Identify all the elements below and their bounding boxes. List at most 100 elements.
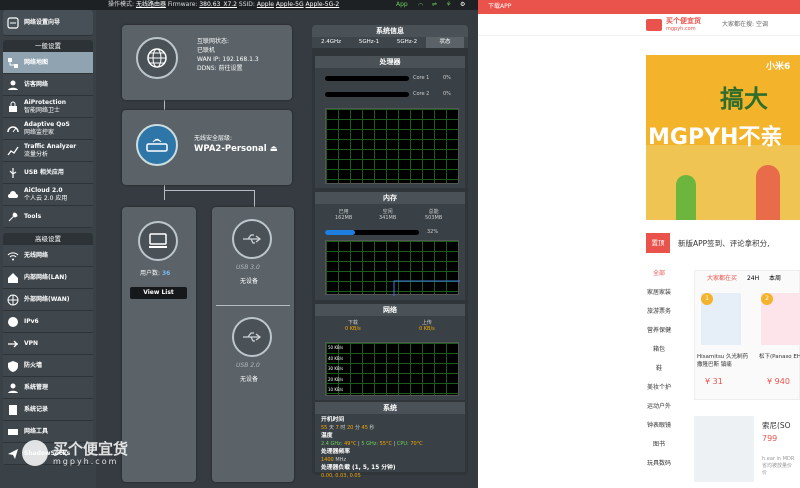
sidebar-item-label: USB 相关应用 [24,168,64,176]
category-item[interactable]: 旅游票务 [639,302,679,321]
product-image[interactable]: 2 [761,293,800,345]
mem-used-label: 已用 [338,209,349,215]
sidebar-item-aicloud[interactable]: AiCloud 2.0 个人云 2.0 应用 [3,184,93,206]
sidebar-item-usb[interactable]: USB 相关应用 [3,162,93,184]
usb2-label: USB 2.0 [236,362,260,369]
firmware-label: Firmware: [167,1,198,8]
sidebar-item-network-map[interactable]: 网络地图 [3,52,93,74]
sidebar-item-wan[interactable]: 外部网络(WAN) [3,289,93,311]
mode-value[interactable]: 无线路由器 [136,1,166,8]
category-item[interactable]: 营养保健 [639,321,679,340]
sidebar-item-vpn[interactable]: VPN [3,333,93,355]
system-section: 系统 开机时间 55 天 7 时 20 分 45 秒 温度 2.4 GHz: 4… [315,402,465,479]
view-list-button[interactable]: View List [130,287,187,299]
usb1-status: 无设备 [240,278,259,285]
category-item[interactable]: 箱包 [639,340,679,359]
net-download-value: 0 KB/s [345,326,361,332]
category-item[interactable]: 玩具数码 [639,454,679,473]
tab-5g-1[interactable]: 5GHz-1 [350,37,388,48]
tab-everyone-buying[interactable]: 大家都在买 [707,275,737,282]
sidebar-item-label: 网络地图 [24,58,49,66]
memory-section: 内存 已用 162MB 空闲 341MB 总能 503MB 32% [315,192,465,300]
pinned-text[interactable]: 新版APP签到、评论拿积分, [678,238,770,249]
mem-free-label: 空闲 [382,209,393,215]
sidebar-item-adaptive-qos[interactable]: Adaptive QoS 网络监控家 [3,118,93,140]
category-item[interactable]: 家居家装 [639,283,679,302]
usb-icon[interactable] [232,219,272,259]
mem-total-label: 总能 [428,209,439,215]
internet-status-value: 已联机 [197,47,216,54]
download-app-link[interactable]: 下载APP [478,0,800,14]
deal-image[interactable] [694,416,754,482]
firmware-value[interactable]: 380.63_X7.2 [199,1,237,8]
category-item[interactable]: 鞋 [639,359,679,378]
sidebar-item-tools[interactable]: Tools [3,206,93,228]
sidebar-item-guest-network[interactable]: 访客网络 [3,74,93,96]
ddns-link[interactable]: DDNS: 前往设置 [197,64,259,73]
sidebar-item-label: 网络设置向导 [24,18,61,26]
tick-label: 10 KB/s [328,387,344,392]
wrench-icon [8,211,18,221]
sidebar-item-wizard[interactable]: 网络设置向导 [3,10,93,36]
product-name[interactable]: 松下(Panaso EH-NA98 纳米 [759,353,800,361]
temperature-label: 温度 [321,433,333,439]
wifi-icon[interactable]: ◠ [418,1,423,11]
sidebar-item-firewall[interactable]: 防火墙 [3,355,93,377]
router-icon[interactable] [136,124,178,166]
deal-desc: h.ear in MDR [762,456,795,462]
sidebar-item-label: 系统记录 [24,405,49,413]
router-admin-panel: 操作模式: 无线路由器 Firmware: 380.63_X7.2 SSID: … [0,0,478,488]
net-download-label: 下载 [347,320,358,326]
link-icon[interactable]: ⚘ [446,0,451,10]
security-value: WPA2-Personal [194,144,267,154]
sidebar-item-lan[interactable]: 内部网络(LAN) [3,267,93,289]
network-map-icon [8,57,18,68]
settings-icon[interactable]: ⚙ [460,0,465,10]
search-suggestion[interactable]: 空调 [756,21,768,28]
banner-tree [676,175,696,220]
sidebar-item-traffic-analyzer[interactable]: Traffic Analyzer 流量分析 [3,140,93,162]
clients-label: 用户数: [140,270,161,277]
sidebar: 网络设置向导 一般设置 网络地图 访客网络 AiProtection 智能网络卫士… [0,10,96,488]
ssid-value[interactable]: Apple-5G-2 [306,1,340,8]
category-item[interactable]: 全部 [639,264,679,283]
category-list: 全部 家居家装 旅游票务 营养保健 箱包 鞋 美妆个护 运动户外 钟表眼镜 图书… [639,264,679,473]
category-item[interactable]: 美妆个护 [639,378,679,397]
sidebar-item-system-log[interactable]: 系统记录 [3,399,93,421]
product-image[interactable]: 1 [701,293,741,345]
divider [216,305,290,306]
tab-5g-2[interactable]: 5GHz-2 [388,37,426,48]
app-link[interactable]: App [396,0,408,10]
category-item[interactable]: 运动户外 [639,397,679,416]
category-item[interactable]: 钟表眼镜 [639,416,679,435]
deal-desc: 省均被放量价 [762,463,793,469]
band-tabs: 2.4GHz 5GHz-1 5GHz-2 状态 [312,37,468,48]
sidebar-item-ipv6[interactable]: IPv6 [3,311,93,333]
product-name[interactable]: Hisamitsu 久光制药 撒隆巴斯 镇痛 [697,353,755,369]
monitor-icon[interactable] [138,221,178,261]
tab-week[interactable]: 本周 [769,275,781,282]
usb-card: USB 3.0 无设备 USB 2.0 无设备 [212,207,294,482]
connector-line [164,190,254,191]
usb-icon[interactable] [232,317,272,357]
sidebar-item-label: Traffic Analyzer [24,142,77,150]
pinned-badge: 置顶 [646,233,670,253]
tab-status[interactable]: 状态 [426,37,464,48]
sidebar-item-label: IPv6 [24,317,39,325]
promo-banner[interactable]: 搞大 小米6 MGPYH不亲 [646,55,800,220]
sidebar-item-label: 内部网络(LAN) [24,273,67,281]
usb-icon[interactable]: ⇌ [432,0,437,10]
tab-24h[interactable]: 24H [747,275,759,282]
category-item[interactable]: 图书 [639,435,679,454]
sidebar-item-aiprotection[interactable]: AiProtection 智能网络卫士 [3,96,93,118]
globe-icon[interactable] [136,37,178,79]
ssid-value[interactable]: Apple [257,1,274,8]
sidebar-item-wireless[interactable]: 无线网络 [3,245,93,267]
tab-2g[interactable]: 2.4GHz [312,37,350,48]
cpu-load-label: 处理器负载 (1, 5, 15 分钟) [321,465,396,471]
sidebar-item-administration[interactable]: 系统管理 [3,377,93,399]
ssid-value[interactable]: Apple-5G [276,1,304,8]
watermark-name: 买个便宜货 [53,439,129,458]
network-title: 网络 [315,304,465,316]
deal-title[interactable]: 索尼(SO [762,420,791,431]
